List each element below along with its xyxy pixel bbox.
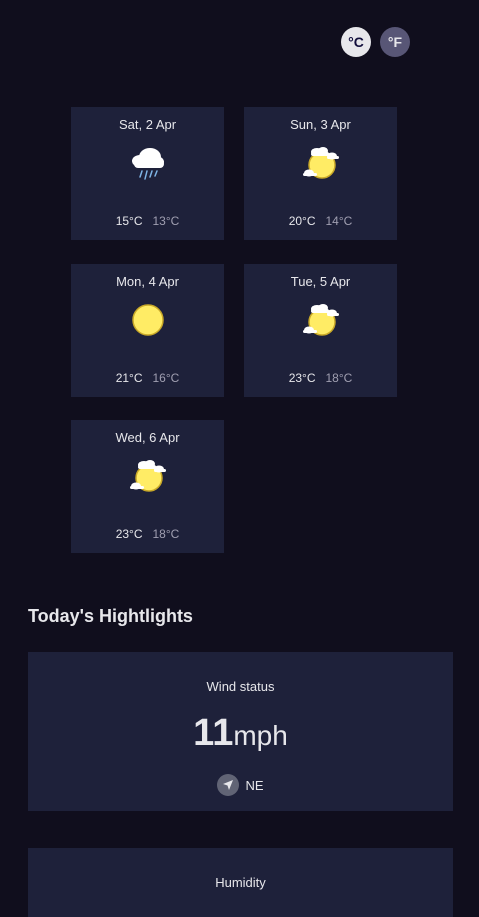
clear-sun-icon: [126, 300, 170, 340]
wind-direction-text: NE: [245, 777, 264, 793]
forecast-date: Mon, 4 Apr: [116, 274, 179, 289]
forecast-temps: 23°C 18°C: [116, 527, 180, 541]
forecast-date: Wed, 6 Apr: [115, 430, 180, 445]
forecast-card: Sun, 3 Apr 20°C 14°C: [244, 107, 397, 240]
wind-speed: 11: [193, 712, 234, 754]
min-temp: 13°C: [152, 214, 180, 228]
min-temp: 14°C: [325, 214, 353, 228]
weather-page: °C °F Sat, 2 Apr 15°C 13°C Sun, 3 Apr 20…: [0, 0, 479, 917]
min-temp: 16°C: [152, 371, 180, 385]
fahrenheit-button[interactable]: °F: [380, 27, 410, 57]
wind-status-label: Wind status: [206, 679, 275, 694]
min-temp: 18°C: [152, 527, 180, 541]
wind-value: 11 mph: [28, 712, 453, 755]
wind-status-panel: Wind status 11 mph NE: [28, 652, 453, 811]
light-cloud-icon: [126, 456, 170, 496]
light-rain-icon: [126, 143, 170, 183]
light-cloud-icon: [299, 300, 343, 340]
forecast-temps: 15°C 13°C: [116, 214, 180, 228]
forecast-date: Sat, 2 Apr: [118, 117, 177, 132]
forecast-date: Sun, 3 Apr: [290, 117, 351, 132]
forecast-temps: 20°C 14°C: [289, 214, 353, 228]
forecast-card: Wed, 6 Apr 23°C 18°C: [71, 420, 224, 553]
humidity-panel: Humidity: [28, 848, 453, 917]
forecast-temps: 23°C 18°C: [289, 371, 353, 385]
wind-unit: mph: [233, 720, 288, 751]
navigation-arrow-icon: [217, 774, 240, 796]
max-temp: 20°C: [288, 214, 316, 228]
max-temp: 23°C: [115, 527, 143, 541]
forecast-card: Sat, 2 Apr 15°C 13°C: [71, 107, 224, 240]
highlights-title: Today's Hightlights: [28, 606, 193, 626]
wind-direction: NE: [28, 774, 453, 796]
max-temp: 23°C: [288, 371, 316, 385]
min-temp: 18°C: [325, 371, 353, 385]
forecast-temps: 21°C 16°C: [116, 371, 180, 385]
celsius-button[interactable]: °C: [341, 27, 371, 57]
humidity-label: Humidity: [215, 875, 266, 890]
max-temp: 21°C: [115, 371, 143, 385]
forecast-card: Mon, 4 Apr 21°C 16°C: [71, 264, 224, 397]
forecast-date: Tue, 5 Apr: [290, 274, 351, 289]
light-cloud-icon: [299, 143, 343, 183]
forecast-card: Tue, 5 Apr 23°C 18°C: [244, 264, 397, 397]
max-temp: 15°C: [115, 214, 143, 228]
